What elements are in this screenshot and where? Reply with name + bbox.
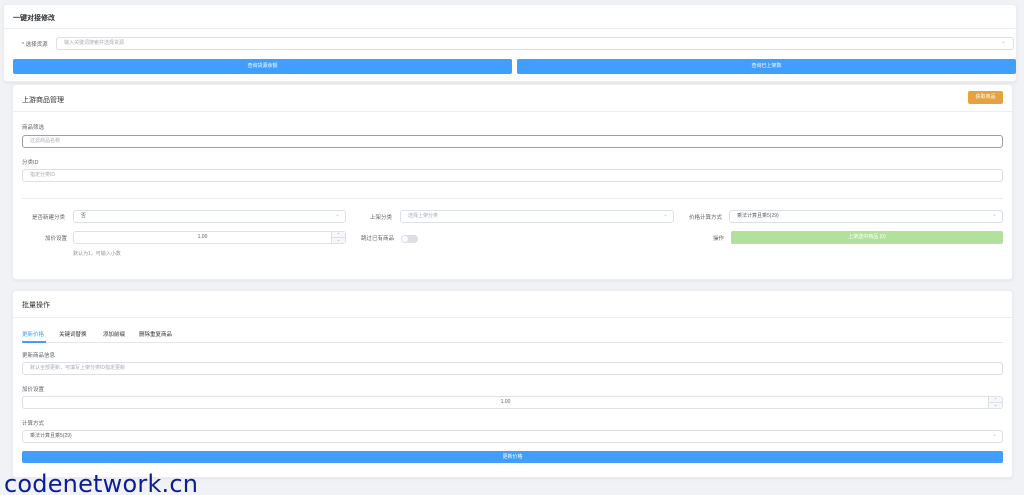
new-category-label: 是否新建分类 [32,215,66,221]
upstream-goods-card: 上游商品管理 获取商品 商品筛选 过滤商品名称 分类ID 指定分类ID 是否新建… [12,84,1013,280]
batch-markup-label: 加价设置 [22,387,45,393]
decrease-icon[interactable]: ⌄ [989,402,1002,408]
fetch-goods-button[interactable]: 获取商品 [968,91,1003,104]
price-method-label: 价格计算方式 [689,215,723,221]
goods-filter-label: 商品筛选 [22,125,45,131]
chevron-down-icon: ⌄ [335,212,341,218]
goods-filter-input[interactable]: 过滤商品名称 [22,135,1003,148]
update-info-input[interactable]: 默认全部更新，可填写上架分类ID指定更新 [22,362,1003,375]
chevron-down-icon: ⌄ [663,212,669,218]
decrease-icon[interactable]: ⌄ [332,237,345,243]
price-method-select[interactable]: 乘法计算且乘5(29) [729,210,1003,223]
tab-remove-duplicates[interactable]: 删除重复商品 [139,330,172,338]
markup-number-input[interactable]: 1.00 ⌃ ⌄ [73,231,346,244]
divider [22,198,1003,199]
source-label: * 选择货源 [22,42,48,48]
divider [13,111,1012,112]
update-price-button[interactable]: 更新价格 [22,451,1003,463]
source-select[interactable]: 输入关键词搜索并选择货源 [56,37,1014,50]
upstream-title: 上游商品管理 [22,97,64,104]
update-info-label: 更新商品信息 [22,353,56,359]
query-balance-button[interactable]: 查询货源余额 [13,59,512,74]
markup-hint: 默认为1，可输入小数 [73,251,121,257]
chevron-down-icon: ⌄ [1001,39,1007,45]
tab-keyword-replace[interactable]: 关键词替换 [59,330,87,338]
one-click-docking-card: 一键对接修改 * 选择货源 输入关键词搜索并选择货源 ⌄ 查询货源余额 查询已上… [3,4,1017,82]
action-label: 操作 [713,236,725,242]
new-category-select[interactable]: 否 [73,210,346,223]
page-title: 一键对接修改 [13,15,55,22]
batch-title: 批量操作 [22,302,50,309]
divider [4,28,1016,29]
tab-add-prefix[interactable]: 添加前缀 [103,330,125,338]
listing-category-select[interactable]: 选择上架分类 [400,210,674,223]
active-tab-indicator [22,341,46,343]
listing-category-label: 上架分类 [370,215,393,221]
batch-operations-card: 批量操作 更新价格 关键词替换 添加前缀 删除重复商品 更新商品信息 默认全部更… [12,290,1013,478]
chevron-down-icon: ⌄ [992,212,998,218]
batch-markup-value: 1.00 [500,399,511,405]
batch-markup-number-input[interactable]: 1.00 ⌃ ⌄ [22,396,1003,409]
batch-markup-stepper[interactable]: ⌃ ⌄ [988,397,1002,408]
divider [13,317,1012,318]
calc-method-label: 计算方式 [22,421,45,427]
category-id-label: 分类ID [22,160,39,166]
tabs-divider [22,342,1003,343]
query-listed-button[interactable]: 查询已上架数 [517,59,1016,74]
category-id-input[interactable]: 指定分类ID [22,169,1003,182]
calc-method-select[interactable]: 乘法计算且乘5(29) [22,430,1003,443]
markup-value: 1.00 [197,234,208,240]
list-selected-button[interactable]: 上架选中商品 (0) [731,231,1003,244]
tab-update-price[interactable]: 更新价格 [22,330,44,338]
markup-label: 加价设置 [45,236,68,242]
watermark-text: codenetwork.cn [4,470,199,495]
skip-existing-label: 跳过已有商品 [361,236,395,242]
skip-existing-toggle[interactable] [401,235,418,243]
markup-stepper[interactable]: ⌃ ⌄ [331,232,345,243]
chevron-down-icon: ⌄ [992,432,998,438]
